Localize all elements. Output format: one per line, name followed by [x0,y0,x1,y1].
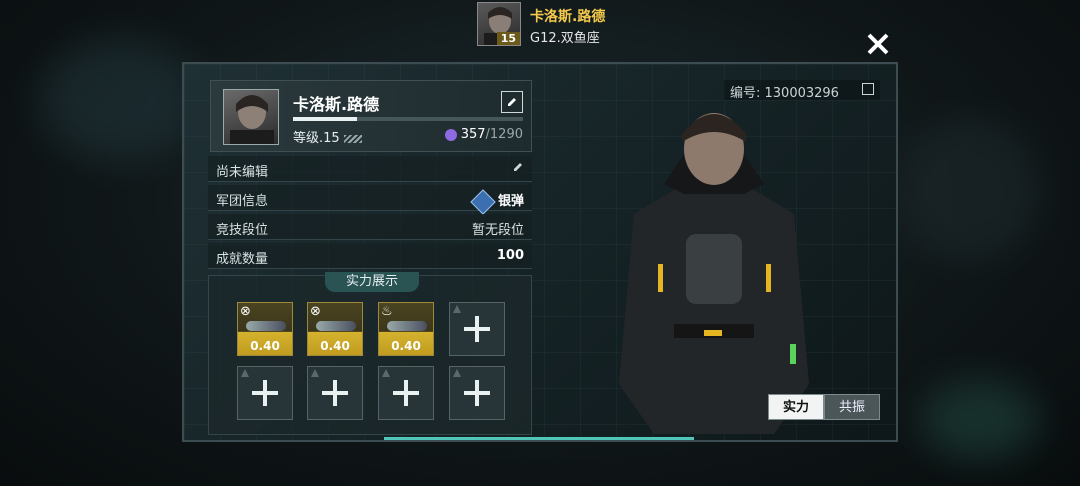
crosshair-icon: ⊗ [240,304,251,319]
slot-value: 0.40 [250,339,280,353]
row-label: 成就数量 [216,252,269,267]
plus-icon [464,316,490,342]
tab-resonance[interactable]: 共振 [824,394,880,420]
empty-slot[interactable] [237,366,293,420]
crosshair-icon: ⊗ [310,304,321,319]
weapon-image [246,321,286,331]
top-avatar: 15 [477,2,521,46]
slot-type-icon [382,369,390,377]
empty-slot[interactable] [378,366,434,420]
top-level-badge: 15 [496,32,520,45]
avatar-portrait-icon [230,95,274,144]
legion-name: 银弹 [497,194,524,209]
profile-card: 卡洛斯.路德 等级.15 357/1290 [210,80,532,152]
corner-decoration [184,64,196,76]
row-label: 军团信息 [216,194,269,209]
legion-value: 银弹 [470,188,524,215]
slot-type-icon [241,369,249,377]
pencil-icon [508,98,516,106]
slot-type-icon [453,305,461,313]
strength-showcase: 实力展示 ⊗ 0.40 ⊗ 0.40 ♨ 0.40 [208,272,532,435]
profile-panel: 卡洛斯.路德 等级.15 357/1290 尚未编辑 军团信息 银弹 竞技段位 … [182,62,898,442]
plus-icon [322,380,348,406]
rank-value: 暂无段位 [471,223,524,238]
weapon-image [387,321,427,331]
slot-value: 0.40 [391,339,421,353]
showcase-title: 实力展示 [325,272,419,292]
level-text: 等级.15 [293,131,340,146]
xp-current: 357 [460,127,486,142]
plus-icon [464,380,490,406]
legion-row[interactable]: 军团信息 银弹 [208,185,532,215]
background-blur [900,120,1040,260]
corner-decoration [884,64,896,76]
showcase-slot[interactable]: ⊗ 0.40 [237,302,293,356]
row-label: 尚未编辑 [216,165,269,180]
slot-value: 0.40 [320,339,350,353]
character-portrait [619,113,809,434]
achievement-row[interactable]: 成就数量 100 [208,243,532,269]
xp-max: /1290 [485,127,523,142]
weapon-image [316,321,356,331]
tab-strength[interactable]: 实力 [768,394,824,420]
background-blur [920,380,1040,460]
legion-emblem-icon [470,188,496,215]
xp-bar [293,117,523,121]
view-tabs: 实力 共振 [768,394,880,420]
rank-row: 竞技段位 暂无段位 [208,214,532,240]
xp-gem-icon [444,128,457,141]
showcase-slot[interactable]: ⊗ 0.40 [307,302,363,356]
avatar[interactable] [223,89,279,145]
empty-slot[interactable] [307,366,363,420]
xp-bar-fill [293,117,358,121]
background-blur [40,40,200,160]
corner-decoration [884,428,896,440]
empty-slot[interactable] [449,302,505,356]
slot-type-icon [453,369,461,377]
xp-counter: 357/1290 [444,127,523,142]
showcase-slot[interactable]: ♨ 0.40 [378,302,434,356]
slot-type-icon [311,369,319,377]
player-level: 等级.15 [293,127,362,146]
flame-icon: ♨ [381,304,393,319]
stripe-decoration [343,134,362,143]
player-name: 卡洛斯.路德 [293,95,380,114]
edit-name-button[interactable] [501,91,523,113]
top-player-name: 卡洛斯.路德 [530,9,606,25]
achievement-count: 100 [496,248,524,263]
plus-icon [252,380,278,406]
close-button[interactable] [864,30,892,58]
plus-icon [393,380,419,406]
close-icon [867,33,889,55]
pencil-icon[interactable] [512,161,524,177]
signature-row[interactable]: 尚未编辑 [208,156,532,182]
empty-slot[interactable] [449,366,505,420]
top-subtitle: G12.双鱼座 [530,31,600,46]
copy-icon[interactable] [862,83,874,95]
corner-decoration [184,428,196,440]
row-label: 竞技段位 [216,223,269,238]
